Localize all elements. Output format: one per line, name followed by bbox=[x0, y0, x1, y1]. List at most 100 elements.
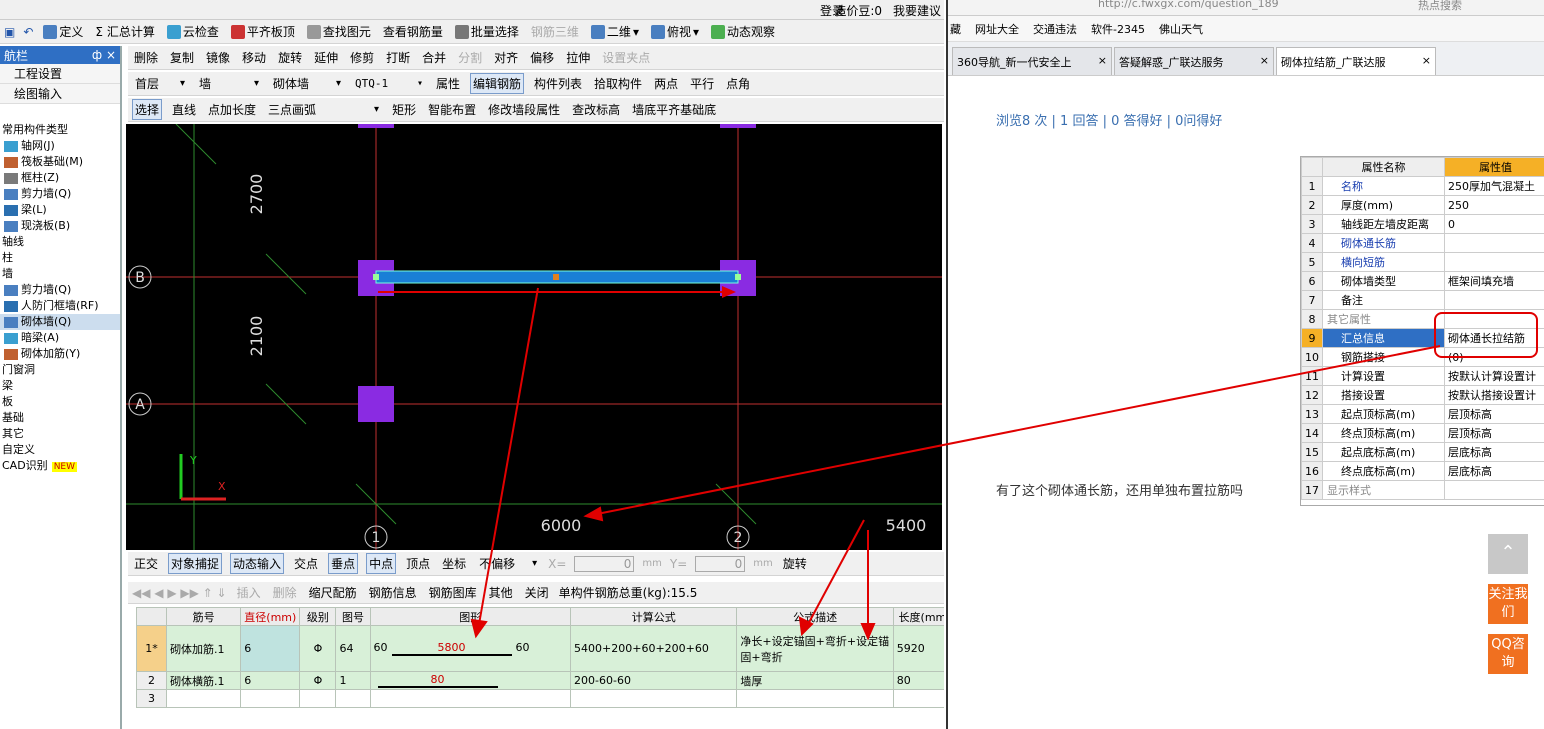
browser-tab[interactable]: 答疑解惑_广联达服务 × bbox=[1114, 47, 1274, 75]
property-value[interactable]: 250 bbox=[1444, 195, 1544, 215]
sidebar-item[interactable]: 自定义 bbox=[0, 442, 120, 458]
sidebar-item[interactable]: 框柱(Z) bbox=[0, 170, 120, 186]
table-cell[interactable] bbox=[299, 689, 337, 708]
property-value[interactable] bbox=[1444, 290, 1544, 310]
property-value[interactable]: 层顶标高 bbox=[1444, 404, 1544, 424]
property-value[interactable] bbox=[1444, 233, 1544, 253]
tab-close-icon[interactable]: × bbox=[1098, 54, 1107, 69]
sidebar-item[interactable]: 墙 bbox=[0, 266, 120, 282]
wall-end-grip[interactable] bbox=[735, 274, 741, 280]
tab-close-icon[interactable]: × bbox=[1260, 54, 1269, 69]
offset-button[interactable]: 偏移 bbox=[528, 48, 556, 67]
property-value[interactable]: 层底标高 bbox=[1444, 442, 1544, 462]
sidebar-item[interactable]: 暗梁(A) bbox=[0, 330, 120, 346]
cloud-check-button[interactable]: 云检查 bbox=[165, 22, 221, 41]
x-input[interactable]: 0 bbox=[574, 555, 635, 572]
bookmark-item[interactable]: 网址大全 bbox=[975, 21, 1019, 37]
rotate-button[interactable]: 旋转 bbox=[276, 48, 304, 67]
property-value[interactable]: 0 bbox=[1444, 214, 1544, 234]
property-value[interactable] bbox=[1444, 480, 1544, 500]
type-select[interactable]: 墙 bbox=[196, 75, 262, 93]
move-button[interactable]: 移动 bbox=[240, 48, 268, 67]
copy-button[interactable]: 复制 bbox=[168, 48, 196, 67]
column-header[interactable]: 直径(mm) bbox=[240, 607, 301, 626]
column-header[interactable]: 图号 bbox=[335, 607, 371, 626]
trim-button[interactable]: 修剪 bbox=[348, 48, 376, 67]
project-settings-button[interactable]: 工程设置 bbox=[0, 64, 120, 84]
property-row[interactable]: 6 砌体墙类型 框架间填充墙 bbox=[1301, 271, 1544, 291]
property-value[interactable]: 按默认搭接设置计 bbox=[1444, 385, 1544, 405]
table-cell[interactable] bbox=[736, 689, 894, 708]
sidebar-item[interactable]: CAD识别 NEW bbox=[0, 458, 120, 474]
object-snap-toggle[interactable]: 对象捕捉 bbox=[168, 553, 223, 574]
modify-wall-props-button[interactable]: 修改墙段属性 bbox=[486, 100, 562, 119]
table-cell[interactable]: 5920 bbox=[892, 625, 944, 672]
back-to-top-button[interactable]: ⌃ bbox=[1488, 534, 1528, 574]
table-cell[interactable] bbox=[892, 689, 944, 708]
property-row[interactable]: 2 厚度(mm) 250 bbox=[1301, 195, 1544, 215]
table-row[interactable]: 3 bbox=[136, 689, 944, 708]
property-value[interactable]: 250厚加气混凝土 bbox=[1444, 176, 1544, 196]
edit-rebar-button[interactable]: 编辑钢筋 bbox=[470, 73, 525, 94]
table-cell[interactable]: 1* bbox=[136, 625, 168, 672]
mirror-button[interactable]: 镜像 bbox=[204, 48, 232, 67]
property-row[interactable]: 7 备注 bbox=[1301, 290, 1544, 310]
properties-button[interactable]: 属性 bbox=[434, 74, 462, 93]
search-field[interactable]: 热点搜索 bbox=[1418, 0, 1462, 13]
sidebar-item[interactable]: 轴线 bbox=[0, 234, 120, 250]
sidebar-item[interactable]: 常用构件类型 bbox=[0, 122, 120, 138]
rotate-checkbox[interactable]: 旋转 bbox=[781, 554, 809, 573]
align-slab-top-button[interactable]: 平齐板顶 bbox=[229, 22, 297, 41]
drawing-canvas[interactable]: B A 1 2 2700 2100 6000 5400 Y X bbox=[126, 124, 942, 550]
sidebar-item[interactable]: 砌体加筋(Y) bbox=[0, 346, 120, 362]
tab-close-icon[interactable]: × bbox=[1422, 54, 1431, 69]
property-value[interactable] bbox=[1444, 252, 1544, 272]
sidebar-item[interactable]: 梁(L) bbox=[0, 202, 120, 218]
table-cell[interactable]: 200-60-60 bbox=[570, 671, 738, 690]
column-header[interactable]: 级别 bbox=[299, 607, 337, 626]
stretch-button[interactable]: 拉伸 bbox=[564, 48, 592, 67]
property-row[interactable]: 1 名称 250厚加气混凝土 bbox=[1301, 176, 1544, 196]
break-button[interactable]: 打断 bbox=[384, 48, 412, 67]
perpendicular-snap[interactable]: 垂点 bbox=[328, 553, 359, 574]
point-angle-button[interactable]: 点角 bbox=[724, 74, 752, 93]
two-point-button[interactable]: 两点 bbox=[652, 74, 680, 93]
offset-mode-select[interactable]: 不偏移 bbox=[476, 555, 540, 573]
table-cell[interactable] bbox=[166, 689, 242, 708]
insert-row-button[interactable]: 插入 bbox=[235, 583, 263, 602]
browser-tab[interactable]: 360导航_新一代安全上 × bbox=[952, 47, 1112, 75]
column-header[interactable]: 长度(mm bbox=[892, 607, 944, 626]
select-tool-button[interactable]: 选择 bbox=[132, 99, 163, 120]
column-a1[interactable] bbox=[358, 386, 394, 422]
property-row[interactable]: 5 横向短筋 bbox=[1301, 252, 1544, 272]
sidebar-item[interactable]: 梁 bbox=[0, 378, 120, 394]
rebar-3d-button[interactable]: 钢筋三维 bbox=[529, 22, 581, 41]
pick-component-button[interactable]: 拾取构件 bbox=[592, 74, 644, 93]
sidebar-item[interactable]: 板 bbox=[0, 394, 120, 410]
table-cell[interactable]: 60 5800 60 bbox=[369, 625, 572, 672]
undo-icon[interactable]: ↶ bbox=[23, 25, 33, 39]
merge-button[interactable]: 合并 bbox=[420, 48, 448, 67]
bookmark-item[interactable]: 佛山天气 bbox=[1159, 21, 1203, 37]
qq-consult-button[interactable]: QQ咨询 bbox=[1488, 634, 1528, 674]
coordinate-snap[interactable]: 坐标 bbox=[440, 554, 468, 573]
drawing-svg[interactable]: B A 1 2 2700 2100 6000 5400 Y X bbox=[126, 124, 942, 550]
check-elevation-button[interactable]: 查改标高 bbox=[570, 100, 622, 119]
sidebar-item[interactable]: 砌体墙(Q) bbox=[0, 314, 120, 330]
delete-row-button[interactable]: 删除 bbox=[271, 583, 299, 602]
table-cell[interactable]: 80 bbox=[892, 671, 944, 690]
sidebar-item[interactable]: 现浇板(B) bbox=[0, 218, 120, 234]
align-dropdown[interactable]: 对齐 bbox=[492, 48, 520, 67]
property-row[interactable]: 17 显示样式 bbox=[1301, 480, 1544, 500]
subtype-select[interactable]: 砌体墙 bbox=[270, 75, 344, 93]
sidebar-item[interactable]: 其它 bbox=[0, 426, 120, 442]
bookmark-item[interactable]: 藏 bbox=[950, 21, 961, 37]
close-icon[interactable]: × bbox=[106, 48, 116, 62]
column-header[interactable]: 计算公式 bbox=[570, 607, 738, 626]
table-cell[interactable]: Φ bbox=[299, 625, 337, 672]
wall-bottom-flush-button[interactable]: 墙底平齐基础底 bbox=[630, 100, 718, 119]
property-row[interactable]: 15 起点底标高(m) 层底标高 bbox=[1301, 442, 1544, 462]
table-cell[interactable]: 净长+设定锚固+弯折+设定锚固+弯折 bbox=[736, 625, 894, 672]
split-button[interactable]: 分割 bbox=[456, 48, 484, 67]
table-cell[interactable]: 6 bbox=[240, 625, 301, 672]
